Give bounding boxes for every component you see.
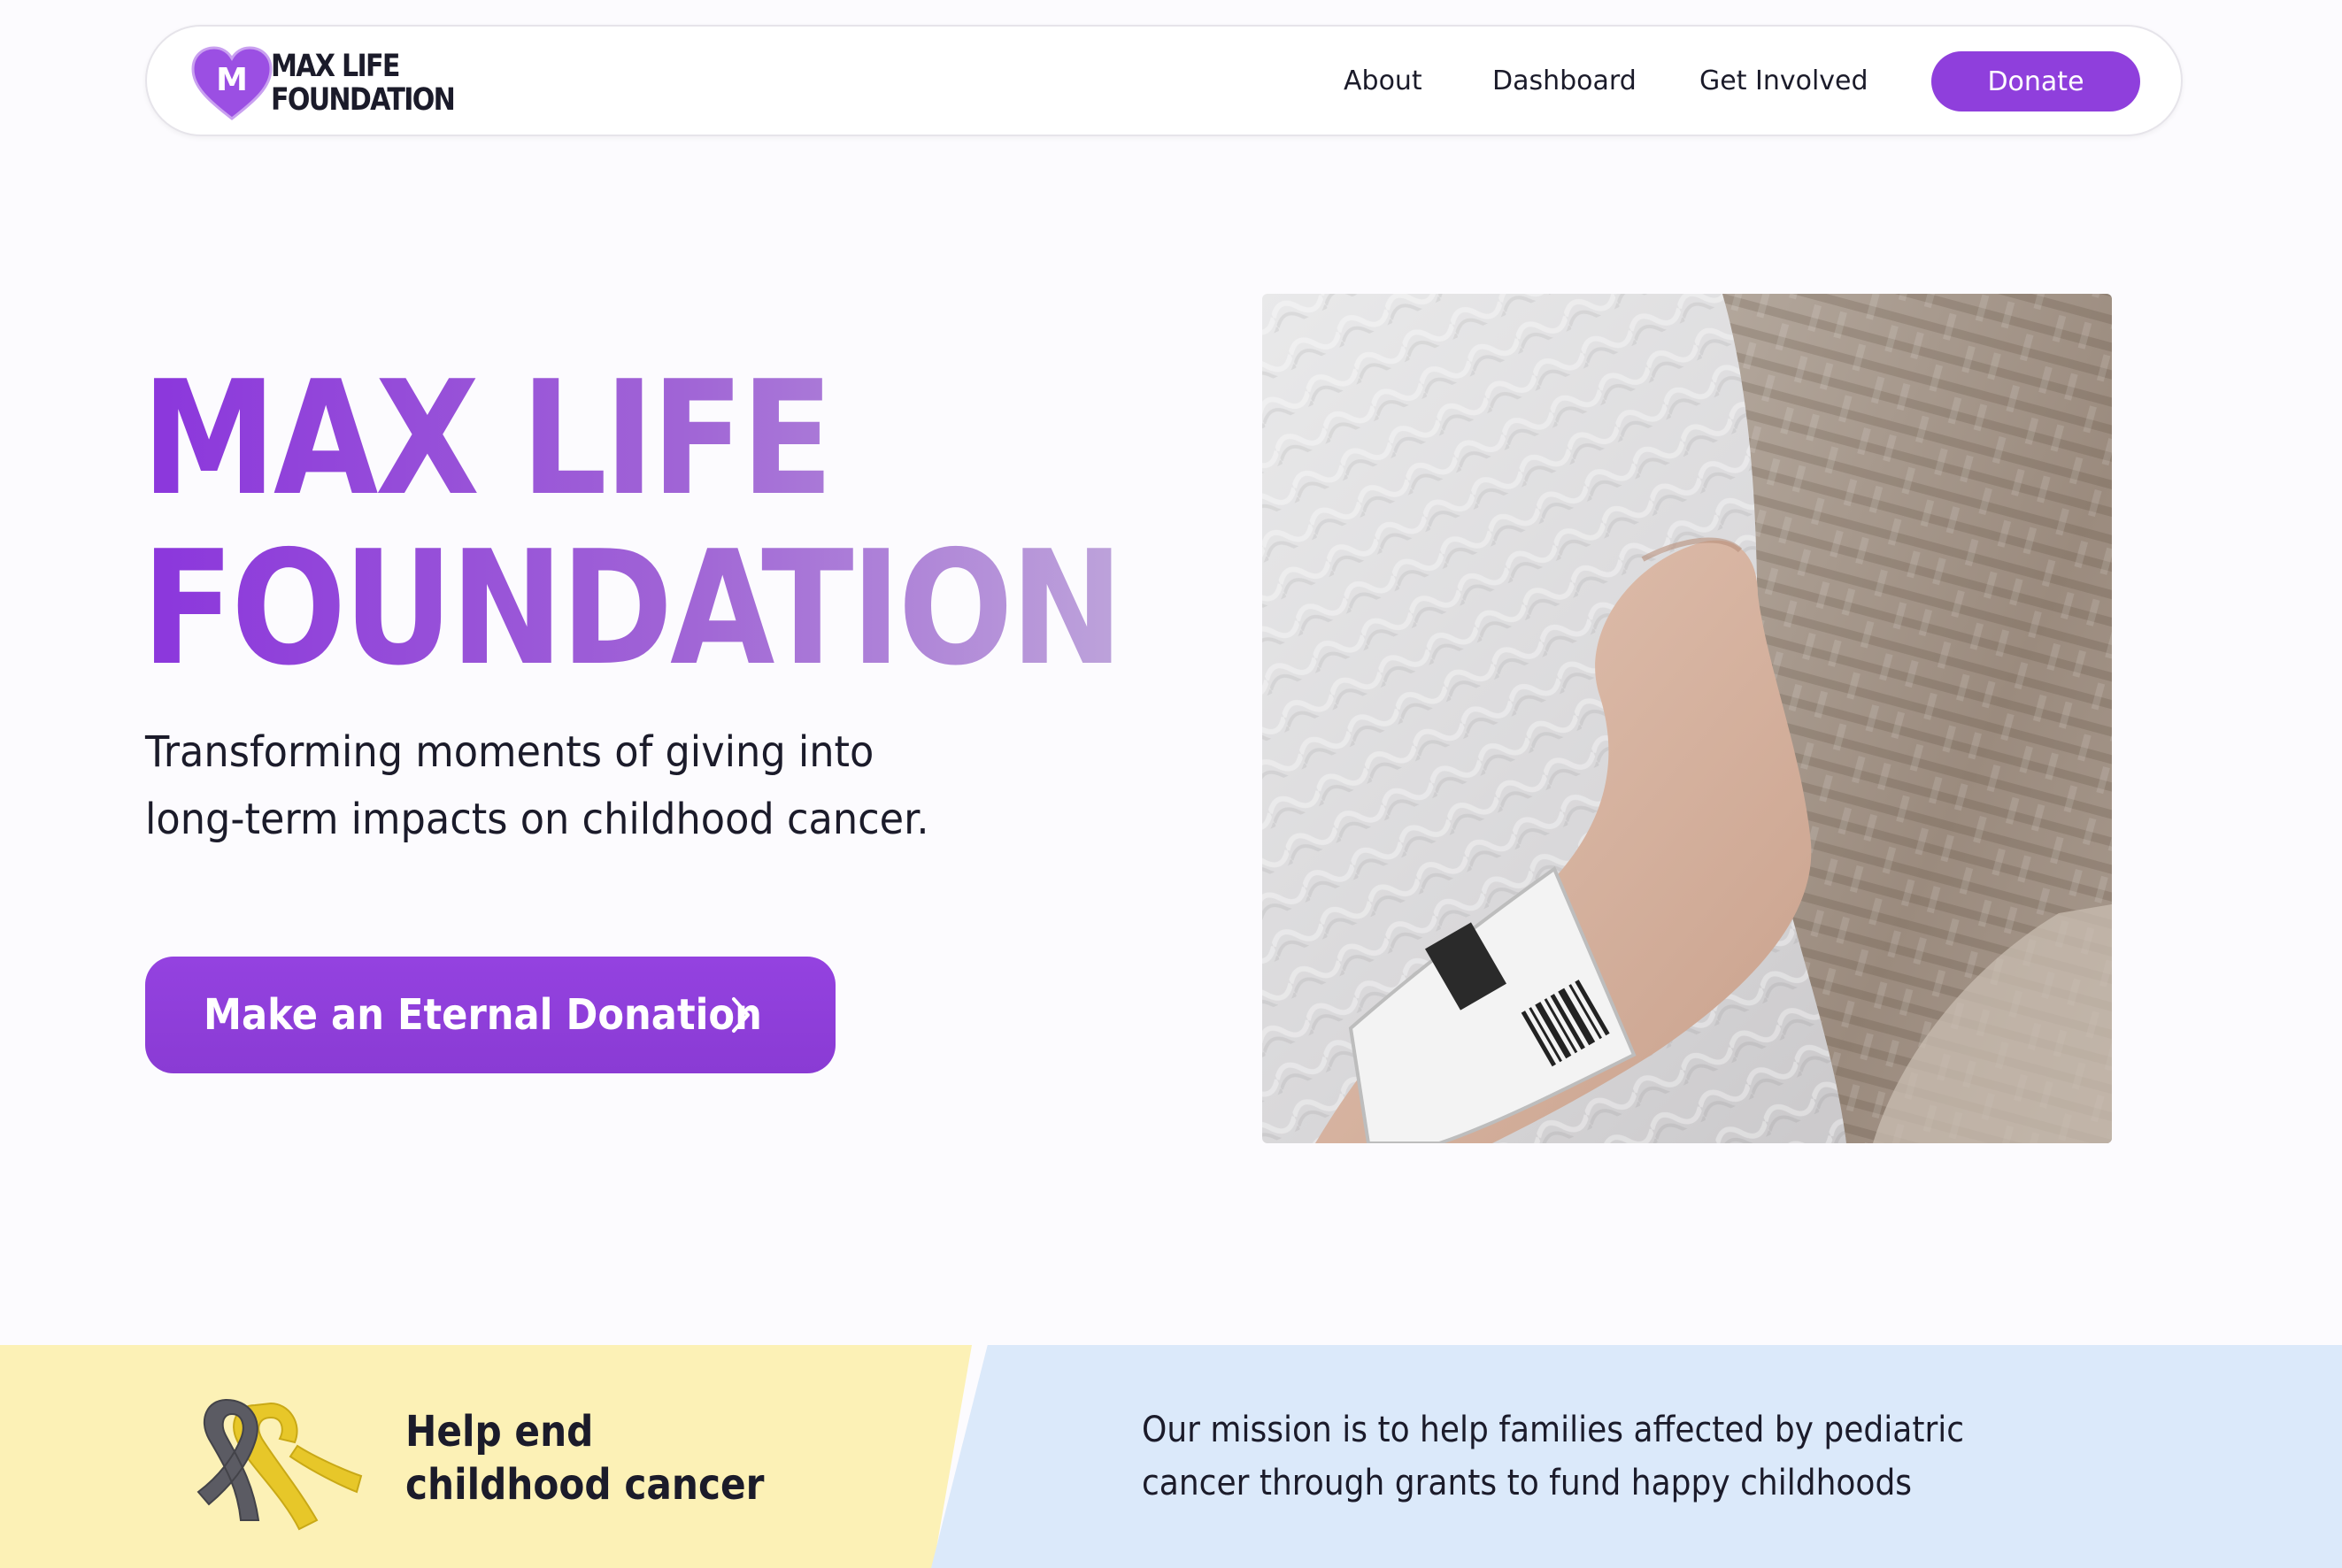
top-navbar: M MAX LIFE FOUNDATION About Dashboard Ge… (145, 25, 2183, 136)
donate-button[interactable]: Donate (1931, 51, 2140, 111)
logo-wordmark: MAX LIFE FOUNDATION (271, 49, 456, 118)
heart-logo-icon: M (191, 46, 273, 120)
nav-link-get-involved[interactable]: Get Involved (1699, 65, 1868, 97)
logo-line-1: MAX LIFE (271, 49, 400, 84)
hero-title-line-2: FOUNDATION (142, 517, 1123, 700)
nav-link-about[interactable]: About (1344, 65, 1422, 97)
hero-title-line-1: MAX LIFE (142, 354, 1121, 524)
help-heading-line-1: Help end (405, 1407, 594, 1457)
hospital-bracelet-photo (1262, 294, 2112, 1143)
nav-link-dashboard[interactable]: Dashboard (1492, 65, 1637, 97)
hero-carousel-image[interactable] (1262, 294, 2112, 1143)
tagline-line-1: Transforming moments of giving into (145, 727, 874, 777)
hero-title: MAX LIFE FOUNDATION (142, 354, 1123, 700)
help-end-heading: Help end childhood cancer (405, 1405, 764, 1511)
chevron-right-icon (732, 997, 750, 1033)
logo-line-2: FOUNDATION (271, 82, 456, 118)
help-heading-line-2: childhood cancer (405, 1460, 765, 1510)
mission-statement: Our mission is to help families affected… (1142, 1403, 2018, 1510)
tagline-line-2: long-term impacts on childhood cancer. (145, 795, 929, 844)
site-logo[interactable]: M MAX LIFE FOUNDATION (191, 46, 474, 120)
logo-letter: M (216, 62, 248, 98)
eternal-donation-button[interactable]: Make an Eternal Donation (145, 957, 836, 1073)
eternal-donation-label: Make an Eternal Donation (204, 990, 762, 1040)
awareness-ribbon-icon (196, 1398, 363, 1531)
hero-tagline: Transforming moments of giving into long… (145, 719, 1051, 853)
mission-line-2: cancer through grants to fund happy chil… (1142, 1463, 1913, 1503)
mission-line-1: Our mission is to help families affected… (1142, 1410, 1965, 1450)
